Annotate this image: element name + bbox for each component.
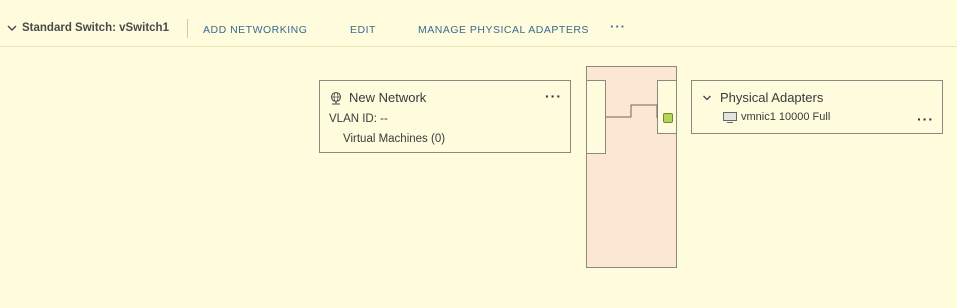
nic-icon xyxy=(723,111,737,123)
chevron-down-icon[interactable] xyxy=(702,93,712,103)
switch-connection-line xyxy=(606,104,658,118)
port-group-card[interactable]: New Network ··· VLAN ID: -- Virtual Mach… xyxy=(319,80,571,153)
switch-uplink-port xyxy=(657,80,677,134)
port-group-more-icon[interactable]: ··· xyxy=(545,88,562,104)
port-group-name: New Network xyxy=(349,90,427,105)
switch-toolbar: Standard Switch: vSwitch1 ADD NETWORKING… xyxy=(0,0,957,47)
physical-adapters-title: Physical Adapters xyxy=(720,90,824,105)
network-globe-icon xyxy=(330,91,342,105)
chevron-down-icon[interactable] xyxy=(6,22,18,34)
physical-adapters-header[interactable]: Physical Adapters xyxy=(702,90,823,105)
virtual-machines-link[interactable]: Virtual Machines (0) xyxy=(343,133,445,145)
physical-adapters-card: Physical Adapters vmnic1 10000 Full ··· xyxy=(691,80,943,134)
switch-port-group-port xyxy=(586,80,606,154)
add-networking-button[interactable]: ADD NETWORKING xyxy=(203,24,307,36)
adapter-more-icon[interactable]: ··· xyxy=(917,111,934,127)
port-group-header: New Network xyxy=(329,90,426,105)
adapter-row[interactable]: vmnic1 10000 Full xyxy=(723,111,830,123)
edit-button[interactable]: EDIT xyxy=(350,24,376,36)
switch-title[interactable]: Standard Switch: vSwitch1 xyxy=(6,22,169,34)
switch-title-label: Standard Switch: vSwitch1 xyxy=(22,22,169,34)
adapter-label: vmnic1 10000 Full xyxy=(741,111,831,123)
toolbar-divider xyxy=(187,19,188,38)
uplink-status-icon[interactable] xyxy=(663,113,673,123)
vlan-id-text: VLAN ID: -- xyxy=(329,113,388,125)
toolbar-more-icon[interactable]: ··· xyxy=(610,19,626,34)
manage-physical-adapters-button[interactable]: MANAGE PHYSICAL ADAPTERS xyxy=(418,24,589,36)
